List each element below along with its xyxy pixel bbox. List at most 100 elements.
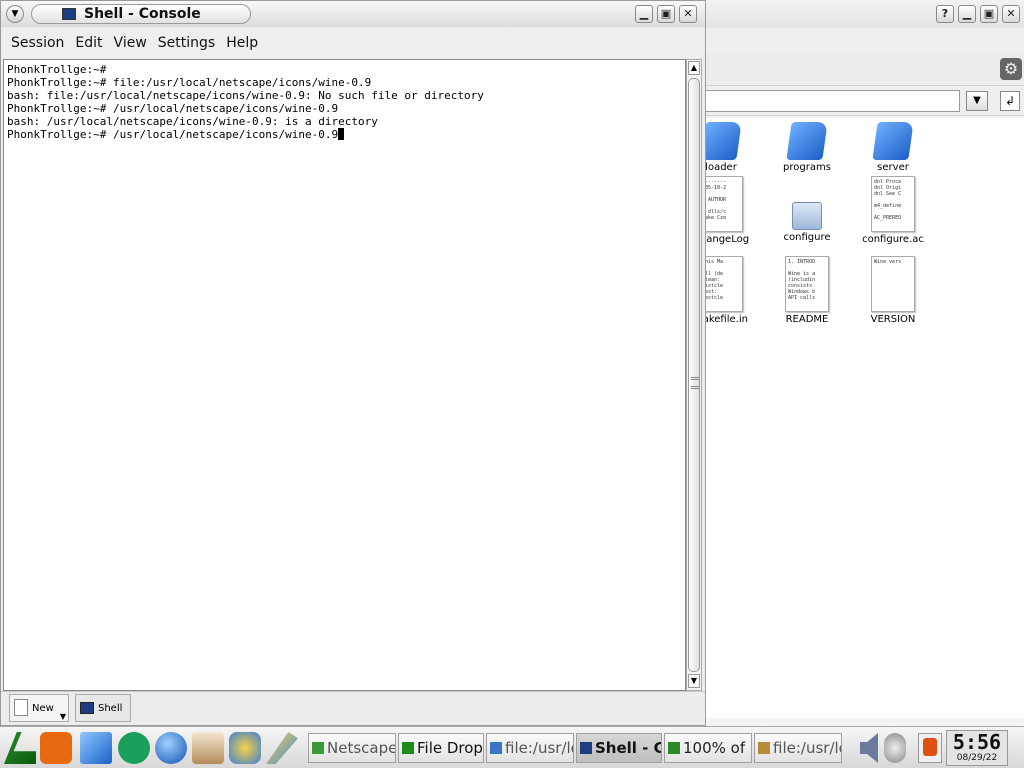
close-button[interactable]: ✕ (679, 5, 697, 23)
task-download[interactable]: 100% of (664, 733, 752, 763)
tab-shell[interactable]: Shell (75, 694, 131, 722)
folder-icon (700, 122, 742, 160)
terminal-line: PhonkTrollge:~# /usr/local/netscape/icon… (7, 102, 339, 115)
dropdown-arrow-icon: ▼ (59, 712, 66, 721)
clock-time: 5:56 (952, 730, 1002, 754)
logout-button[interactable] (918, 733, 942, 763)
new-session-button[interactable]: New ▼ (9, 694, 69, 722)
file-item[interactable]: server (850, 122, 936, 173)
file-name: README (785, 314, 829, 325)
executable-icon (792, 202, 822, 230)
netscape-icon (312, 742, 324, 754)
tab-shell-label: Shell (98, 703, 123, 714)
task-label: Shell - C (595, 739, 662, 757)
help-button[interactable]: ? (936, 5, 954, 23)
system-monitor-icon[interactable] (884, 733, 906, 763)
wrench-icon (758, 742, 770, 754)
file-manager-window: ? ▁ ▣ ✕ ⚙ ▼ ↲ loader programs server ------… (693, 0, 1024, 726)
file-name: configure (783, 232, 831, 243)
menu-edit[interactable]: Edit (75, 35, 102, 51)
new-document-icon (14, 699, 28, 716)
taskbar: Netscape File Drop file:/usr/lo Shell - … (0, 726, 1024, 768)
terminal-line: bash: /usr/local/netscape/icons/wine-0.9… (7, 115, 378, 128)
file-name: programs (783, 162, 831, 173)
location-dropdown-button[interactable]: ▼ (966, 91, 988, 111)
file-manager-titlebar: ? ▁ ▣ ✕ (700, 0, 1024, 28)
location-input[interactable] (704, 90, 960, 112)
file-item[interactable]: programs (764, 122, 850, 173)
task-label: 100% of (683, 739, 746, 757)
task-label: file:/usr/lo (773, 739, 842, 757)
scroll-down-arrow-icon[interactable]: ▼ (688, 674, 700, 688)
terminal-icon (80, 702, 94, 714)
task-netscape[interactable]: Netscape (308, 733, 396, 763)
terminal-line: PhonkTrollge:~# /usr/local/netscape/icon… (7, 128, 682, 141)
terminal-line: bash: file:/usr/local/netscape/icons/win… (7, 89, 484, 102)
mail-icon[interactable] (192, 732, 224, 764)
folder-icon (872, 122, 914, 160)
grip-icon (691, 377, 699, 389)
terminal-icon (62, 8, 76, 20)
home-folder-icon[interactable] (80, 732, 112, 764)
go-icon[interactable]: ↲ (1000, 91, 1020, 111)
kmail-icon[interactable] (229, 732, 261, 764)
menu-help[interactable]: Help (226, 35, 258, 51)
file-name: server (877, 162, 909, 173)
file-drop-icon (402, 742, 414, 754)
file-item[interactable]: Wine vers VERSION (850, 256, 936, 325)
scroll-up-arrow-icon[interactable]: ▲ (688, 61, 700, 75)
minimize-button[interactable]: ▁ (635, 5, 653, 23)
file-view: loaderprogramsserver-------- 005-10-2 * … (693, 118, 1024, 718)
file-name: VERSION (870, 314, 916, 325)
task-label: file:/usr/lo (505, 739, 574, 757)
text-file-icon: dnl Proce dnl Origi dnl See C m4_define … (871, 176, 915, 232)
maximize-button[interactable]: ▣ (980, 5, 998, 23)
new-session-label: New (32, 703, 54, 714)
terminal-line: PhonkTrollge:~# file:/usr/local/netscape… (7, 76, 372, 89)
file-manager-menubar (700, 28, 1024, 54)
maximize-button[interactable]: ▣ (657, 5, 675, 23)
menu-settings[interactable]: Settings (158, 35, 215, 51)
file-item[interactable]: 1. INTROD Wine is a (includin consists W… (764, 256, 850, 325)
folder-icon (786, 122, 828, 160)
terminal-output[interactable]: PhonkTrollge:~# PhonkTrollge:~# file:/usr… (3, 59, 686, 691)
power-icon (923, 738, 937, 756)
paint-icon[interactable] (266, 732, 298, 764)
file-manager-toolbar: ⚙ (700, 54, 1024, 86)
session-tabbar: New ▼ Shell (1, 691, 705, 725)
task-shell-console[interactable]: Shell - C (576, 733, 662, 763)
browser-globe-icon[interactable] (155, 732, 187, 764)
task-label: Netscape (327, 739, 396, 757)
task-file-manager-2[interactable]: file:/usr/lo (754, 733, 842, 763)
file-name: configure.ac (862, 234, 924, 245)
terminal-scrollbar[interactable]: ▲ ▼ (686, 59, 702, 691)
runner-icon[interactable] (118, 732, 150, 764)
location-bar: ▼ ↲ (700, 86, 1024, 116)
text-file-icon: 1. INTROD Wine is a (includin consists W… (785, 256, 829, 312)
kde-menu-icon[interactable] (4, 732, 36, 764)
task-file-drop[interactable]: File Drop (398, 733, 484, 763)
text-file-icon: Wine vers (871, 256, 915, 312)
window-title: Shell - Console (84, 6, 201, 22)
clock[interactable]: 5:56 08/29/22 (946, 730, 1008, 766)
task-file-manager[interactable]: file:/usr/lo (486, 733, 574, 763)
file-item[interactable]: dnl Proce dnl Origi dnl See C m4_define … (850, 176, 936, 245)
volume-icon[interactable] (860, 733, 878, 763)
task-label: File Drop (417, 739, 483, 757)
close-button[interactable]: ✕ (1002, 5, 1020, 23)
folder-icon (490, 742, 502, 754)
text-cursor (338, 128, 345, 140)
download-icon (668, 742, 680, 754)
lifejacket-icon[interactable] (40, 732, 72, 764)
file-item[interactable]: configure (764, 202, 850, 243)
window-menu-icon[interactable]: ▼ (6, 5, 24, 23)
console-window: ▼ Shell - Console ▁ ▣ ✕ Session Edit Vie… (0, 0, 706, 726)
menu-session[interactable]: Session (11, 35, 64, 51)
menu-view[interactable]: View (114, 35, 147, 51)
clock-date: 08/29/22 (956, 753, 998, 763)
gear-icon[interactable]: ⚙ (1000, 58, 1022, 80)
scrollbar-thumb[interactable] (688, 78, 700, 672)
minimize-button[interactable]: ▁ (958, 5, 976, 23)
console-menubar: Session Edit View Settings Help (1, 28, 705, 58)
console-titlebar[interactable]: ▼ Shell - Console ▁ ▣ ✕ (1, 1, 705, 27)
